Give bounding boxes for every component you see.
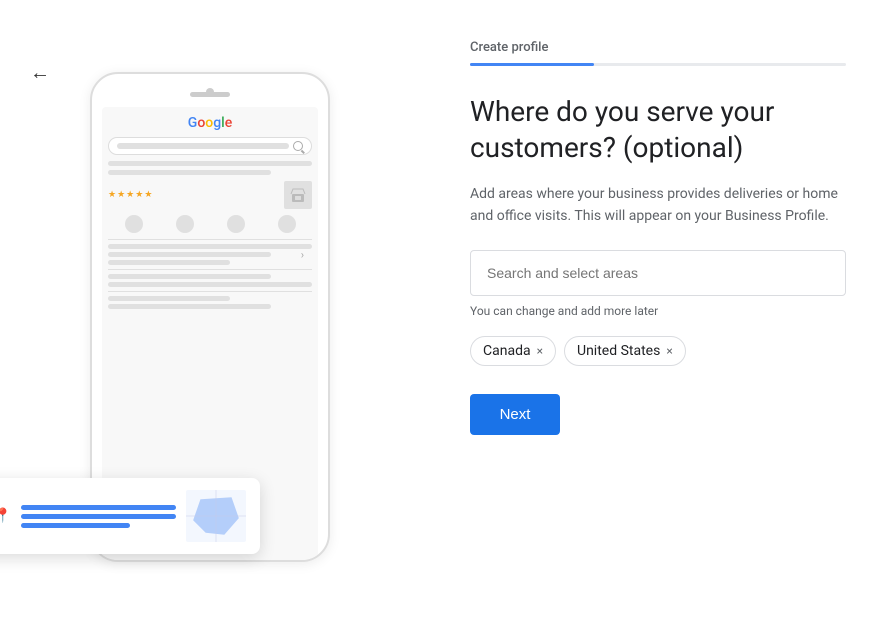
right-panel: Create profile Where do you serve your c… <box>420 0 896 634</box>
phone-stars: ★ ★ ★ ★ ★ <box>108 190 152 200</box>
phone-action-buttons <box>108 215 312 233</box>
map-polygon <box>186 490 246 542</box>
floating-card: 📍 <box>0 478 260 554</box>
progress-bar-fill <box>470 63 594 66</box>
phone-content-lines <box>108 161 312 175</box>
phone-more-lines <box>108 244 312 265</box>
progress-bar-container <box>470 63 846 66</box>
phone-search-bar <box>108 137 312 155</box>
search-input-container <box>470 250 846 296</box>
page-title: Where do you serve your customers? (opti… <box>470 94 846 167</box>
phone-search-icon <box>293 141 303 151</box>
canada-tag-remove[interactable]: × <box>537 345 543 357</box>
canada-tag-label: Canada <box>483 343 531 359</box>
phone-camera <box>206 88 214 96</box>
page-description: Add areas where your business provides d… <box>470 183 846 228</box>
search-input[interactable] <box>470 250 846 296</box>
back-button[interactable]: ← <box>30 60 50 85</box>
left-panel: ← Google ★ ★ ★ <box>0 0 420 634</box>
united-states-tag-remove[interactable]: × <box>666 345 672 357</box>
phone-chevron-icon: › <box>301 248 304 261</box>
hint-text: You can change and add more later <box>470 304 846 318</box>
united-states-tag: United States × <box>564 336 686 366</box>
next-button[interactable]: Next <box>470 394 560 435</box>
tags-row: Canada × United States × <box>470 336 846 366</box>
progress-label: Create profile <box>470 40 846 55</box>
card-text-lines <box>21 505 176 528</box>
google-logo: Google <box>108 115 312 131</box>
pin-icon: 📍 <box>0 508 11 524</box>
canada-tag: Canada × <box>470 336 556 366</box>
progress-section: Create profile <box>470 40 846 66</box>
phone-stars-row: ★ ★ ★ ★ ★ <box>108 181 312 209</box>
phone-store-icon <box>284 181 312 209</box>
united-states-tag-label: United States <box>577 343 660 359</box>
